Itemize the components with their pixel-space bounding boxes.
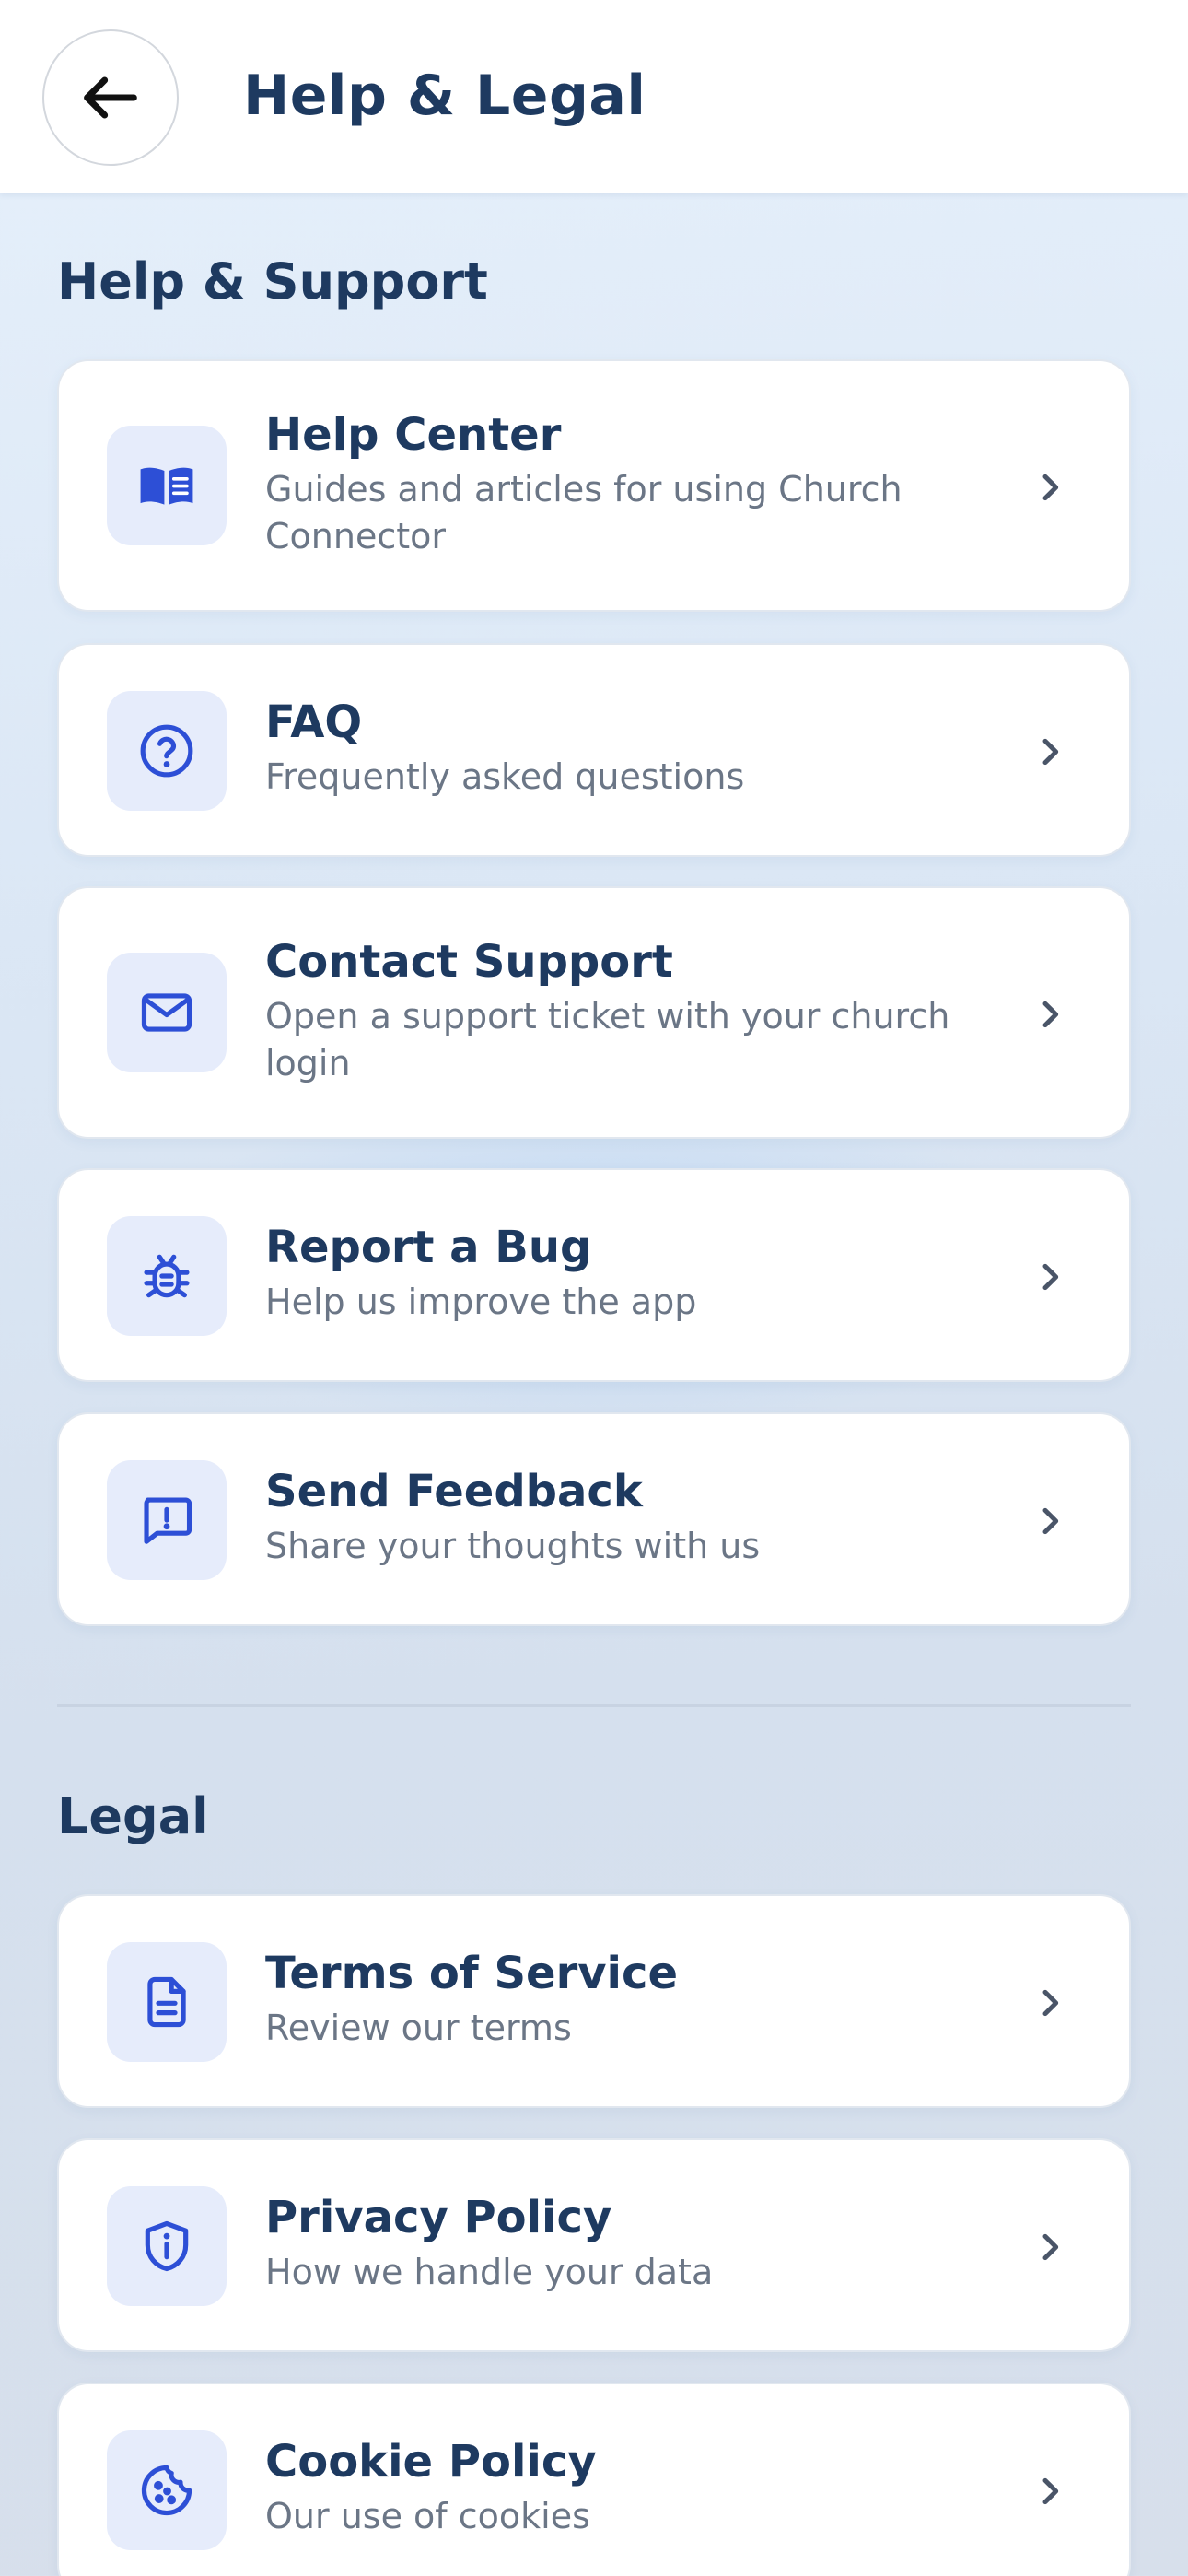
arrow-left-icon: [84, 76, 137, 119]
privacy-policy-item[interactable]: Privacy Policy How we handle your data: [57, 2138, 1131, 2352]
faq-subtitle: Frequently asked questions: [265, 756, 745, 797]
report-bug-text: Report a Bug Help us improve the app: [265, 1218, 991, 1326]
contact-support-subtitle: Open a support ticket with your church l…: [265, 996, 950, 1083]
report-bug-item[interactable]: Report a Bug Help us improve the app: [57, 1168, 1131, 1382]
report-bug-title: Report a Bug: [265, 1222, 592, 1273]
section-divider: [57, 1704, 1131, 1707]
terms-text: Terms of Service Review our terms: [265, 1944, 991, 2052]
help-center-subtitle: Guides and articles for using Church Con…: [265, 469, 903, 556]
cookie-text: Cookie Policy Our use of cookies: [265, 2432, 991, 2540]
chevron-right-icon: [1031, 733, 1068, 770]
page-title: Help & Legal: [243, 64, 646, 128]
section-title-help-support: Help & Support: [57, 252, 488, 310]
report-bug-icon-tile: [107, 1216, 227, 1336]
chevron-right-icon: [1031, 996, 1068, 1033]
chevron-right-icon: [1031, 1259, 1068, 1295]
report-bug-subtitle: Help us improve the app: [265, 1282, 697, 1322]
cookie-policy-item[interactable]: Cookie Policy Our use of cookies: [57, 2383, 1131, 2576]
chevron-right-icon: [1031, 2473, 1068, 2510]
privacy-title: Privacy Policy: [265, 2192, 612, 2243]
help-center-title: Help Center: [265, 409, 562, 461]
cookie-icon-tile: [107, 2430, 227, 2550]
contact-support-title: Contact Support: [265, 936, 673, 988]
cookie-icon: [141, 2465, 192, 2516]
book-open-icon: [140, 467, 193, 505]
cookie-title: Cookie Policy: [265, 2436, 597, 2488]
send-feedback-icon-tile: [107, 1460, 227, 1580]
question-circle-icon: [140, 724, 193, 778]
terms-of-service-item[interactable]: Terms of Service Review our terms: [57, 1894, 1131, 2108]
help-center-icon-tile: [107, 426, 227, 545]
help-center-text: Help Center Guides and articles for usin…: [265, 405, 991, 560]
terms-title: Terms of Service: [265, 1948, 679, 1999]
faq-icon-tile: [107, 691, 227, 811]
back-button[interactable]: [42, 29, 179, 166]
feedback-icon: [144, 1497, 192, 1544]
cookie-subtitle: Our use of cookies: [265, 2496, 590, 2536]
chevron-right-icon: [1031, 469, 1068, 506]
privacy-text: Privacy Policy How we handle your data: [265, 2188, 991, 2296]
privacy-icon-tile: [107, 2186, 227, 2306]
contact-support-icon-tile: [107, 953, 227, 1072]
send-feedback-title: Send Feedback: [265, 1466, 643, 1517]
terms-icon-tile: [107, 1942, 227, 2062]
bug-icon: [144, 1254, 190, 1298]
faq-text: FAQ Frequently asked questions: [265, 693, 991, 801]
shield-info-icon: [145, 2220, 189, 2272]
faq-title: FAQ: [265, 697, 363, 748]
faq-item[interactable]: FAQ Frequently asked questions: [57, 643, 1131, 857]
document-icon: [147, 1976, 186, 2028]
chevron-right-icon: [1031, 1503, 1068, 1540]
contact-support-text: Contact Support Open a support ticket wi…: [265, 932, 991, 1087]
envelope-icon: [141, 993, 192, 1032]
chevron-right-icon: [1031, 2229, 1068, 2266]
send-feedback-text: Send Feedback Share your thoughts with u…: [265, 1462, 991, 1570]
top-app-bar: Help & Legal: [0, 0, 1188, 193]
privacy-subtitle: How we handle your data: [265, 2252, 714, 2292]
chevron-right-icon: [1031, 1985, 1068, 2021]
section-title-legal: Legal: [57, 1787, 209, 1845]
terms-subtitle: Review our terms: [265, 2008, 572, 2048]
send-feedback-subtitle: Share your thoughts with us: [265, 1526, 761, 1566]
help-center-item[interactable]: Help Center Guides and articles for usin…: [57, 359, 1131, 612]
send-feedback-item[interactable]: Send Feedback Share your thoughts with u…: [57, 1412, 1131, 1626]
contact-support-item[interactable]: Contact Support Open a support ticket wi…: [57, 886, 1131, 1139]
